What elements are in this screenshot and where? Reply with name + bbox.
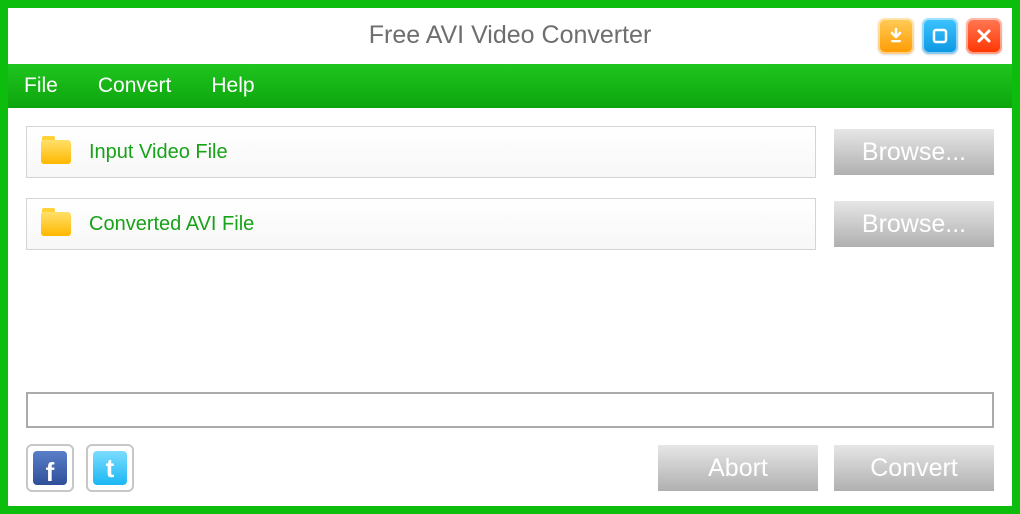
menu-convert[interactable]: Convert [98,74,172,98]
window-controls [878,18,1002,54]
bottom-row: f t Abort Convert [26,444,994,492]
close-button[interactable] [966,18,1002,54]
browse-output-button[interactable]: Browse... [834,201,994,247]
download-arrow-icon [886,26,906,46]
menubar: File Convert Help [8,64,1012,108]
abort-button[interactable]: Abort [658,445,818,491]
window-title: Free AVI Video Converter [369,21,652,50]
folder-icon [41,212,71,236]
facebook-icon: f [33,451,67,485]
input-file-label: Input Video File [89,141,228,164]
browse-input-button[interactable]: Browse... [834,129,994,175]
convert-button[interactable]: Convert [834,445,994,491]
minimize-button[interactable] [878,18,914,54]
output-row: Converted AVI File Browse... [26,198,994,250]
input-file-field[interactable]: Input Video File [26,126,816,178]
folder-icon [41,140,71,164]
maximize-icon [930,26,950,46]
action-buttons: Abort Convert [658,445,994,491]
bottom-section: f t Abort Convert [26,392,994,492]
menu-file[interactable]: File [24,74,58,98]
maximize-button[interactable] [922,18,958,54]
output-file-label: Converted AVI File [89,213,254,236]
input-row: Input Video File Browse... [26,126,994,178]
twitter-button[interactable]: t [86,444,134,492]
output-file-field[interactable]: Converted AVI File [26,198,816,250]
titlebar: Free AVI Video Converter [8,8,1012,64]
progress-bar [26,392,994,428]
facebook-button[interactable]: f [26,444,74,492]
content-area: Input Video File Browse... Converted AVI… [8,108,1012,506]
menu-help[interactable]: Help [211,74,254,98]
social-buttons: f t [26,444,134,492]
app-window: Free AVI Video Converter File Conve [0,0,1020,514]
twitter-icon: t [93,451,127,485]
close-icon [974,26,994,46]
